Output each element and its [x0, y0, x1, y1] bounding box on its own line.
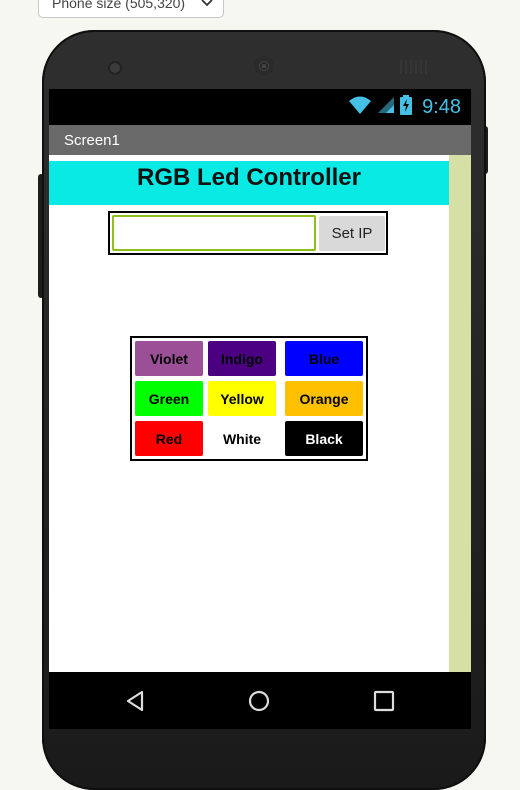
yellow-button[interactable]: Yellow: [208, 381, 276, 416]
app-content: RGB Led Controller Set IP Violet Indigo …: [49, 155, 449, 672]
set-ip-button[interactable]: Set IP: [319, 216, 385, 251]
phone-size-select[interactable]: Phone size (505,320): [38, 0, 224, 18]
black-button[interactable]: Black: [285, 421, 363, 456]
chevron-down-icon: [201, 0, 213, 10]
side-strip: [449, 155, 471, 672]
status-clock: 9:48: [422, 95, 461, 118]
app-heading-banner: RGB Led Controller: [49, 161, 449, 205]
signal-icon: [376, 95, 396, 120]
recent-apps-icon[interactable]: [369, 686, 399, 716]
earpiece-speaker: [254, 56, 274, 76]
screen-title: Screen1: [64, 131, 120, 149]
indigo-button[interactable]: Indigo: [208, 341, 276, 376]
color-button-grid: Violet Indigo Blue Green Yellow Orange R…: [130, 336, 368, 461]
wifi-icon: [348, 95, 372, 120]
green-button[interactable]: Green: [135, 381, 203, 416]
phone-size-value: Phone size (505,320): [52, 0, 186, 11]
phone-screen: 9:48 Screen1 RGB Led Controller Set IP V…: [49, 89, 471, 729]
blue-button[interactable]: Blue: [285, 341, 363, 376]
orange-button[interactable]: Orange: [285, 381, 363, 416]
red-button[interactable]: Red: [135, 421, 203, 456]
screen-title-bar: Screen1: [49, 125, 471, 155]
white-button[interactable]: White: [208, 421, 276, 456]
front-camera: [110, 63, 120, 73]
violet-button[interactable]: Violet: [135, 341, 203, 376]
back-icon[interactable]: [120, 686, 150, 716]
ip-address-input[interactable]: [112, 215, 316, 251]
status-bar: 9:48: [49, 89, 471, 125]
home-icon[interactable]: [244, 686, 274, 716]
app-heading: RGB Led Controller: [136, 164, 361, 191]
battery-charging-icon: [400, 94, 413, 120]
ip-arrangement: Set IP: [108, 211, 388, 255]
android-nav-bar: [49, 672, 471, 729]
sensor-grill: [400, 60, 430, 74]
